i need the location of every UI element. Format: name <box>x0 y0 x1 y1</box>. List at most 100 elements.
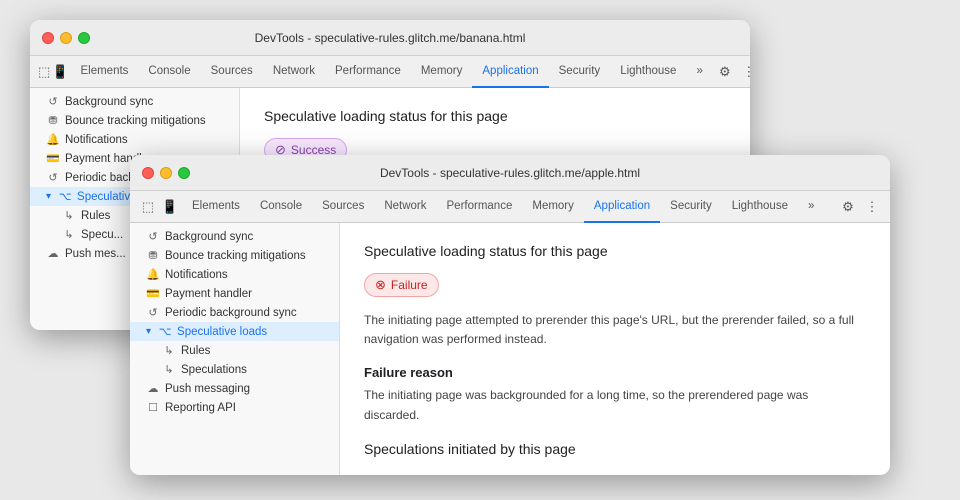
tab-console-2[interactable]: Console <box>250 191 312 223</box>
periodic-sync-icon-2: ↺ <box>146 306 160 319</box>
sidebar-label-bounce-tracking-1: Bounce tracking mitigations <box>65 115 206 127</box>
tab-more-1[interactable]: » <box>686 56 712 88</box>
status-badge-2: ⊗ Failure <box>364 273 439 297</box>
tab-sources-1[interactable]: Sources <box>201 56 263 88</box>
background-sync-icon-1: ↺ <box>46 95 60 108</box>
sidebar-2: ↺ Background sync ⛃ Bounce tracking miti… <box>130 223 340 475</box>
chevron-speculative-1: ▾ <box>46 191 51 202</box>
speculations-icon-1: ↳ <box>62 228 76 241</box>
titlebar-2: DevTools - speculative-rules.glitch.me/a… <box>130 155 890 191</box>
tab-more-2[interactable]: » <box>798 191 824 223</box>
sidebar-label-periodic-sync-2: Periodic background sync <box>165 307 297 319</box>
badge-label-2: Failure <box>391 278 428 292</box>
sidebar-item-bounce-tracking-1[interactable]: ⛃ Bounce tracking mitigations <box>30 111 239 130</box>
more-icon-2[interactable]: ⋮ <box>862 197 882 217</box>
tab-performance-1[interactable]: Performance <box>325 56 411 88</box>
sidebar-item-notifications-1[interactable]: 🔔 Notifications <box>30 130 239 149</box>
traffic-lights-2 <box>142 167 190 179</box>
tab-sources-2[interactable]: Sources <box>312 191 374 223</box>
devtools-body-2: ↺ Background sync ⛃ Bounce tracking miti… <box>130 223 890 475</box>
devtools-toolbar-1: ⬚ 📱 Elements Console Sources Network Per… <box>30 56 750 88</box>
background-sync-icon-2: ↺ <box>146 230 160 243</box>
sidebar-item-bounce-tracking-2[interactable]: ⛃ Bounce tracking mitigations <box>130 246 339 265</box>
device-icon-2[interactable]: 📱 <box>160 197 180 217</box>
devtools-window-2: DevTools - speculative-rules.glitch.me/a… <box>130 155 890 475</box>
tab-elements-1[interactable]: Elements <box>70 56 138 88</box>
minimize-button-2[interactable] <box>160 167 172 179</box>
device-icon[interactable]: 📱 <box>52 62 68 82</box>
sidebar-label-background-sync-1: Background sync <box>65 96 153 108</box>
sidebar-item-speculative-loads-2[interactable]: ▾ ⌥ Speculative loads <box>130 322 339 341</box>
payment-handler-icon-2: 💳 <box>146 287 160 300</box>
tab-security-2[interactable]: Security <box>660 191 722 223</box>
sidebar-label-payment-handler-2: Payment handler <box>165 288 252 300</box>
sidebar-label-notifications-2: Notifications <box>165 269 228 281</box>
sidebar-label-reporting-api-2: Reporting API <box>165 402 236 414</box>
sidebar-label-push-messaging-1: Push mes... <box>65 248 126 260</box>
maximize-button-1[interactable] <box>78 32 90 44</box>
section-title-1: Speculative loading status for this page <box>264 108 726 124</box>
sidebar-label-push-messaging-2: Push messaging <box>165 383 250 395</box>
tab-console-1[interactable]: Console <box>138 56 200 88</box>
tab-lighthouse-1[interactable]: Lighthouse <box>610 56 686 88</box>
close-button-2[interactable] <box>142 167 154 179</box>
tab-network-2[interactable]: Network <box>374 191 436 223</box>
tab-network-1[interactable]: Network <box>263 56 325 88</box>
bounce-tracking-icon-1: ⛃ <box>46 114 60 127</box>
sidebar-item-rules-2[interactable]: ↳ Rules <box>130 341 339 360</box>
sidebar-label-background-sync-2: Background sync <box>165 231 253 243</box>
failure-icon: ⊗ <box>375 277 386 293</box>
toolbar-right-2: ⚙ ⋮ <box>838 197 882 217</box>
failure-description: The initiating page attempted to prerend… <box>364 311 866 349</box>
sidebar-item-background-sync-1[interactable]: ↺ Background sync <box>30 92 239 111</box>
traffic-lights-1 <box>42 32 90 44</box>
sidebar-label-speculations-1: Specu... <box>81 229 123 241</box>
section-title-2: Speculative loading status for this page <box>364 243 866 259</box>
failure-reason-title: Failure reason <box>364 365 866 380</box>
rules-icon-1: ↳ <box>62 209 76 222</box>
tab-application-2[interactable]: Application <box>584 191 660 223</box>
more-icon-1[interactable]: ⋮ <box>739 62 750 82</box>
tab-lighthouse-2[interactable]: Lighthouse <box>722 191 798 223</box>
tab-bar-1: Elements Console Sources Network Perform… <box>70 56 712 88</box>
periodic-sync-icon-1: ↺ <box>46 171 60 184</box>
devtools-toolbar-2: ⬚ 📱 Elements Console Sources Network Per… <box>130 191 890 223</box>
inspector-icon-2[interactable]: ⬚ <box>138 197 158 217</box>
tab-security-1[interactable]: Security <box>549 56 611 88</box>
push-messaging-icon-1: ☁ <box>46 247 60 260</box>
sidebar-label-rules-2: Rules <box>181 345 210 357</box>
failure-reason-text: The initiating page was backgrounded for… <box>364 386 866 424</box>
minimize-button-1[interactable] <box>60 32 72 44</box>
speculative-loads-icon-2: ⌥ <box>158 325 172 338</box>
sidebar-label-notifications-1: Notifications <box>65 134 128 146</box>
notifications-icon-2: 🔔 <box>146 268 160 281</box>
window-title-1: DevTools - speculative-rules.glitch.me/b… <box>255 31 526 45</box>
sidebar-item-reporting-api-2[interactable]: ☐ Reporting API <box>130 398 339 417</box>
window-title-2: DevTools - speculative-rules.glitch.me/a… <box>380 166 640 180</box>
tab-elements-2[interactable]: Elements <box>182 191 250 223</box>
sidebar-label-speculations-2: Speculations <box>181 364 247 376</box>
maximize-button-2[interactable] <box>178 167 190 179</box>
sidebar-item-speculations-2[interactable]: ↳ Speculations <box>130 360 339 379</box>
inspector-icon[interactable]: ⬚ <box>38 62 50 82</box>
close-button-1[interactable] <box>42 32 54 44</box>
sidebar-item-notifications-2[interactable]: 🔔 Notifications <box>130 265 339 284</box>
rules-icon-2: ↳ <box>162 344 176 357</box>
sidebar-item-periodic-sync-2[interactable]: ↺ Periodic background sync <box>130 303 339 322</box>
tab-memory-2[interactable]: Memory <box>522 191 584 223</box>
sidebar-item-push-messaging-2[interactable]: ☁ Push messaging <box>130 379 339 398</box>
sidebar-label-speculative-loads-2: Speculative loads <box>177 326 267 338</box>
sidebar-item-background-sync-2[interactable]: ↺ Background sync <box>130 227 339 246</box>
settings-icon-1[interactable]: ⚙ <box>715 62 735 82</box>
tab-application-1[interactable]: Application <box>472 56 548 88</box>
sidebar-item-payment-handler-2[interactable]: 💳 Payment handler <box>130 284 339 303</box>
settings-icon-2[interactable]: ⚙ <box>838 197 858 217</box>
speculative-loads-icon-1: ⌥ <box>58 190 72 203</box>
chevron-speculative-2: ▾ <box>146 326 151 337</box>
tab-memory-1[interactable]: Memory <box>411 56 473 88</box>
notifications-icon-1: 🔔 <box>46 133 60 146</box>
speculations-section: Speculations initiated by this page <box>364 441 866 457</box>
tab-performance-2[interactable]: Performance <box>437 191 523 223</box>
tab-bar-2: Elements Console Sources Network Perform… <box>182 191 836 223</box>
reporting-api-icon-2: ☐ <box>146 401 160 414</box>
